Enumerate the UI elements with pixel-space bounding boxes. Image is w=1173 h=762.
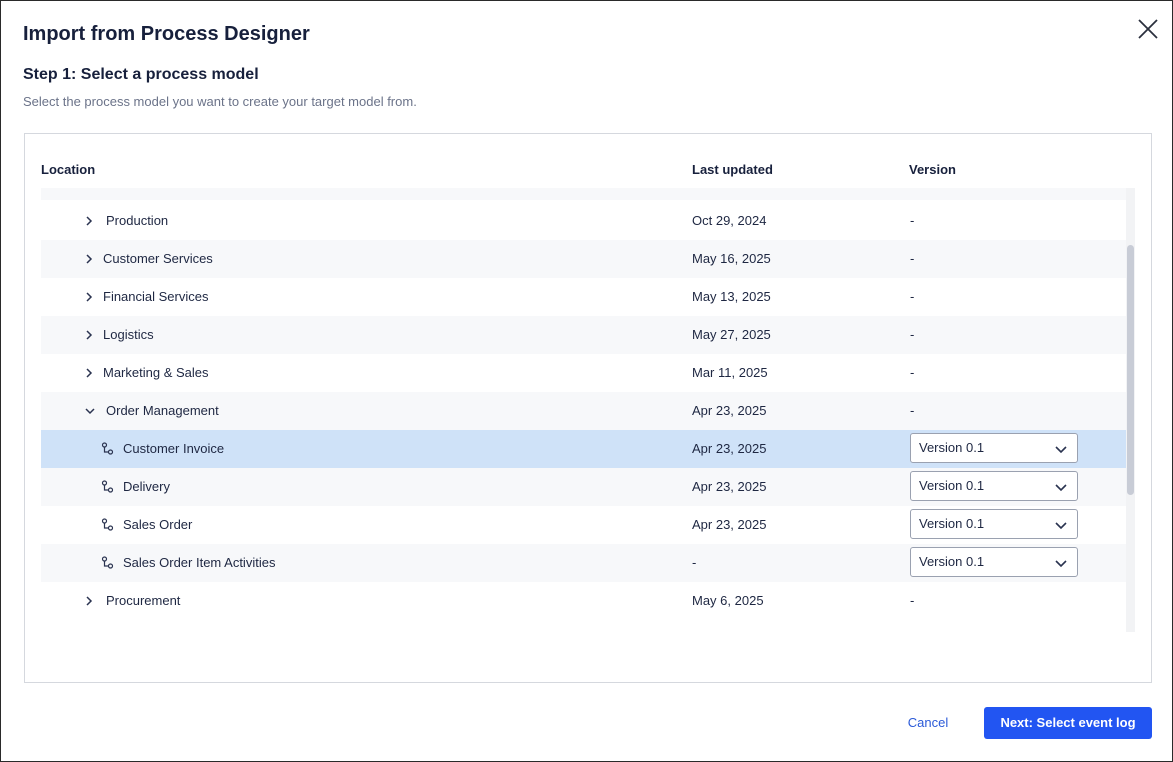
row-location-name: Order Management	[106, 403, 219, 418]
table-row[interactable]: Production Oct 29, 2024 -	[41, 202, 1127, 240]
row-last-updated: May 27, 2025	[692, 327, 771, 342]
table-row[interactable]: Logistics May 27, 2025 -	[41, 316, 1127, 354]
chevron-right-icon[interactable]	[83, 367, 95, 379]
version-value: -	[910, 327, 915, 342]
version-select-value: Version 0.1	[919, 554, 985, 569]
version-value: -	[910, 251, 915, 266]
row-last-updated: -	[692, 555, 697, 570]
process-model-icon	[101, 442, 114, 455]
table-row[interactable]: Marketing & Sales Mar 11, 2025 -	[41, 354, 1127, 392]
chevron-down-icon	[1055, 560, 1067, 568]
table-row[interactable]: Order Management Apr 23, 2025 -	[41, 392, 1127, 430]
row-location-name: Customer Services	[103, 251, 213, 266]
row-location-name: Marketing & Sales	[103, 365, 209, 380]
process-model-icon	[101, 518, 114, 531]
table-row[interactable]: Customer Services May 16, 2025 -	[41, 240, 1127, 278]
row-location-name: Logistics	[103, 327, 154, 342]
chevron-right-icon[interactable]	[83, 329, 95, 341]
chevron-right-icon[interactable]	[83, 291, 95, 303]
row-last-updated: Apr 23, 2025	[692, 479, 767, 494]
process-model-table: Location Last updated Version Production…	[24, 133, 1152, 683]
dialog-title: Import from Process Designer	[23, 23, 310, 45]
chevron-right-icon[interactable]	[83, 595, 95, 607]
version-select[interactable]: Version 0.1	[910, 547, 1078, 577]
version-select[interactable]: Version 0.1	[910, 509, 1078, 539]
version-value: -	[910, 289, 915, 304]
version-value: -	[910, 213, 915, 228]
import-dialog: Import from Process Designer Step 1: Sel…	[0, 0, 1173, 762]
version-select-value: Version 0.1	[919, 478, 985, 493]
step-title: Step 1: Select a process model	[23, 66, 259, 83]
row-location-name: Delivery	[123, 479, 170, 494]
version-value: -	[910, 403, 915, 418]
row-location-name: Customer Invoice	[123, 441, 225, 456]
table-row[interactable]: Delivery Apr 23, 2025 Version 0.1	[41, 468, 1127, 506]
row-location-name: Financial Services	[103, 289, 209, 304]
version-select-value: Version 0.1	[919, 440, 985, 455]
version-value: -	[910, 365, 915, 380]
partial-row-above	[41, 188, 1127, 200]
step-description: Select the process model you want to cre…	[23, 94, 417, 109]
row-location-name: Sales Order	[123, 517, 193, 532]
version-select[interactable]: Version 0.1	[910, 433, 1078, 463]
row-location-name: Sales Order Item Activities	[123, 555, 276, 570]
process-model-icon	[101, 556, 114, 569]
row-last-updated: May 13, 2025	[692, 289, 771, 304]
scrollbar-thumb[interactable]	[1127, 245, 1134, 495]
version-select-value: Version 0.1	[919, 516, 985, 531]
chevron-down-icon	[1055, 522, 1067, 530]
row-last-updated: May 6, 2025	[692, 593, 764, 608]
column-header-version[interactable]: Version	[909, 162, 956, 177]
chevron-right-icon[interactable]	[83, 253, 95, 265]
row-location-name: Production	[106, 213, 169, 228]
next-select-event-log-button[interactable]: Next: Select event log	[984, 707, 1152, 739]
table-body: Production Oct 29, 2024- Customer Services…	[41, 188, 1135, 620]
table-row[interactable]: Sales Order Apr 23, 2025 Version 0.1	[41, 506, 1127, 544]
row-last-updated: Apr 23, 2025	[692, 517, 767, 532]
chevron-right-icon[interactable]	[83, 215, 95, 227]
row-last-updated: Oct 29, 2024	[692, 213, 767, 228]
table-header: Location Last updated Version	[41, 162, 1135, 186]
chevron-down-icon[interactable]	[84, 405, 96, 417]
row-last-updated: Apr 23, 2025	[692, 441, 767, 456]
row-last-updated: Mar 11, 2025	[692, 365, 768, 380]
table-row[interactable]: Procurement May 6, 2025 -	[41, 582, 1127, 620]
chevron-down-icon	[1055, 484, 1067, 492]
row-location-name: Procurement	[106, 593, 181, 608]
cancel-button[interactable]: Cancel	[893, 707, 963, 739]
version-value: -	[910, 593, 915, 608]
column-header-last-updated[interactable]: Last updated	[692, 162, 773, 177]
row-last-updated: May 16, 2025	[692, 251, 771, 266]
close-icon[interactable]	[1136, 17, 1160, 41]
version-select[interactable]: Version 0.1	[910, 471, 1078, 501]
table-row[interactable]: Customer Invoice Apr 23, 2025 Version 0.1	[41, 430, 1127, 468]
chevron-down-icon	[1055, 446, 1067, 454]
table-row[interactable]: Sales Order Item Activities - Version 0.1	[41, 544, 1127, 582]
row-last-updated: Apr 23, 2025	[692, 403, 767, 418]
column-header-location[interactable]: Location	[41, 162, 95, 177]
process-model-icon	[101, 480, 114, 493]
table-row[interactable]: Financial Services May 13, 2025 -	[41, 278, 1127, 316]
